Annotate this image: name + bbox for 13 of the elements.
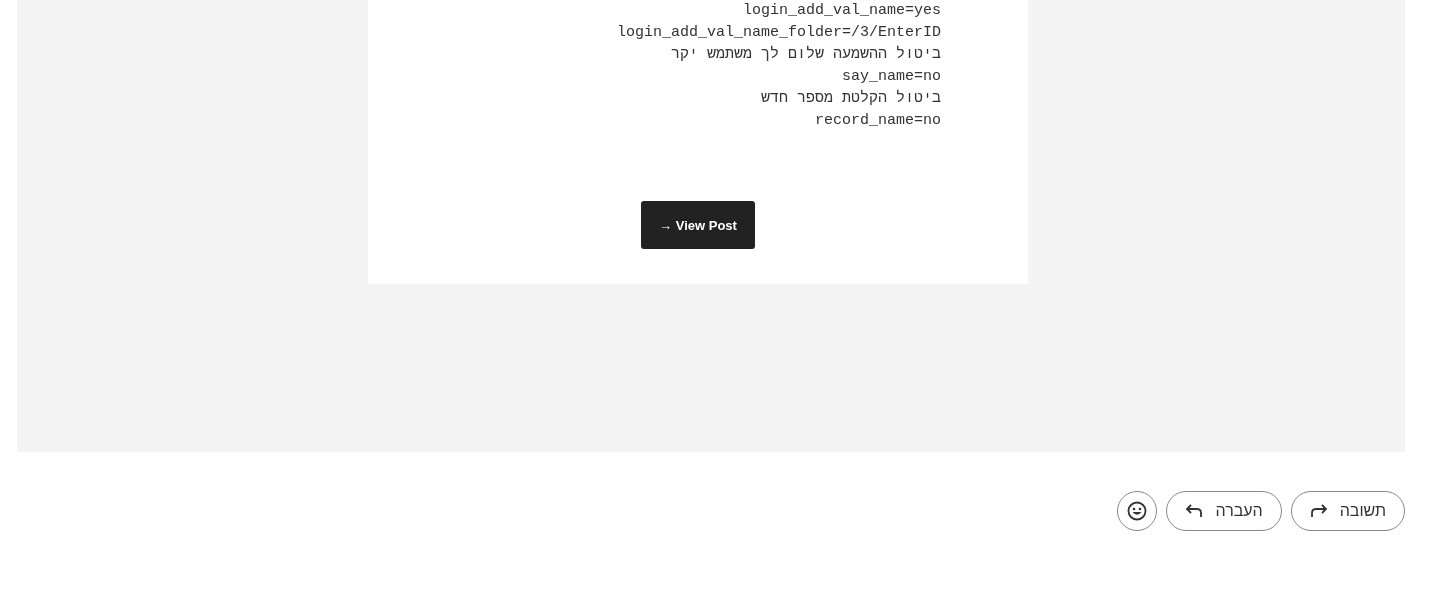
emoji-button[interactable] [1117,491,1158,531]
code-line: login_add_val_name_folder=/3/EnterID [616,23,941,43]
back-arrow-icon [1185,504,1204,518]
code-line: ביטול ההשמעה שלום לך משתמש יקר [670,44,941,65]
code-line: say_name=no [841,67,941,87]
code-line: ביטול הקלטת מספר חדש [760,88,941,109]
view-post-button[interactable]: → View Post [641,201,755,249]
reply-button[interactable]: תשובה [1290,491,1405,531]
forward-button[interactable]: העברה [1166,491,1282,531]
code-line: record_name=no [814,111,941,131]
smiley-icon [1127,501,1148,521]
code-line: login_add_val_name=yes [742,1,941,21]
reply-arrow-icon [1309,504,1328,518]
